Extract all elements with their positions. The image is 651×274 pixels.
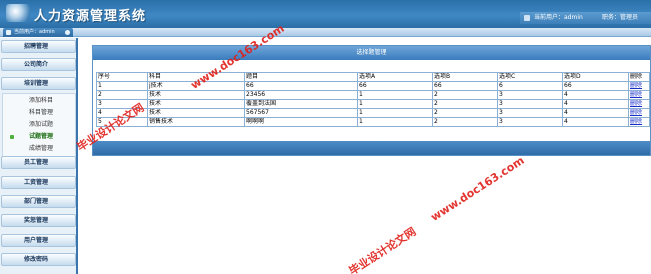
panel-spacer [93, 60, 650, 68]
col-header-option-c: 选项C [497, 72, 563, 82]
cell-option-b: 66 [432, 81, 498, 91]
cell-option-a: 1 [357, 99, 433, 109]
sidebar-item-employee[interactable]: 员工管理 [1, 156, 76, 169]
table-row: 3 技术 覆盖到法国 1 2 3 4 删除 [96, 99, 650, 109]
sidebar-item-department[interactable]: 部门管理 [1, 195, 76, 208]
table-row: 4 技术 567567 1 2 3 4 删除 [96, 108, 650, 118]
col-header-index: 序号 [96, 72, 148, 82]
question-panel: 选择题管理 序号 科目 题目 选项A 选项B 选项C 选项D 删除 1 j技术 … [92, 45, 651, 156]
sidebar-item-user[interactable]: 用户管理 [1, 234, 76, 247]
cell-option-c: 3 [497, 108, 563, 118]
cell-index: 2 [96, 90, 148, 100]
cell-option-c: 6 [497, 81, 563, 91]
cell-delete: 删除 [628, 108, 650, 118]
cell-option-b: 2 [432, 117, 498, 127]
sidebar-item-recruitment[interactable]: 招聘管理 [1, 40, 76, 53]
col-header-question: 题目 [244, 72, 358, 82]
cell-option-a: 1 [357, 90, 433, 100]
cell-question: 覆盖到法国 [244, 99, 358, 109]
submenu-question-manage-label: 试题管理 [29, 133, 54, 140]
user-info-bar: 当前用户：admin 职务：管理员 [520, 12, 651, 24]
cell-option-c: 3 [497, 117, 563, 127]
sidebar-item-training[interactable]: 培训管理 [1, 77, 76, 90]
submenu-question-manage[interactable]: 试题管理 [3, 131, 75, 142]
sub-toolbar: 当前用户：admin [0, 28, 651, 37]
sidebar: 招聘管理 公司简介 培训管理 添加科目 科目管理 添加试题 试题管理 成绩管理 … [0, 38, 78, 274]
role-label: 职务：管理员 [602, 14, 639, 21]
delete-link[interactable]: 删除 [630, 101, 642, 108]
current-user-tab[interactable]: 当前用户：admin [3, 28, 73, 37]
user-icon [524, 15, 530, 21]
current-user-tab-label: 当前用户：admin [14, 29, 55, 35]
col-header-option-b: 选项B [432, 72, 498, 82]
submenu-subject-manage[interactable]: 科目管理 [3, 107, 75, 118]
sidebar-item-reward[interactable]: 奖惩管理 [1, 214, 76, 227]
delete-link[interactable]: 删除 [630, 83, 642, 90]
delete-link[interactable]: 删除 [630, 110, 642, 117]
current-user-label: 当前用户：admin [534, 14, 583, 21]
app-logo-icon [6, 4, 30, 22]
cell-option-d: 4 [562, 99, 629, 109]
col-header-option-a: 选项A [357, 72, 433, 82]
cell-index: 1 [96, 81, 148, 91]
sidebar-item-password[interactable]: 修改密码 [1, 253, 76, 266]
panel-footer [93, 141, 650, 155]
cell-subject: 技术 [147, 99, 245, 109]
question-table: 序号 科目 题目 选项A 选项B 选项C 选项D 删除 1 j技术 66 66 … [96, 72, 650, 127]
delete-link[interactable]: 删除 [630, 92, 642, 99]
cell-option-b: 2 [432, 99, 498, 109]
cell-subject: 技术 [147, 90, 245, 100]
cell-delete: 删除 [628, 81, 650, 91]
table-row: 5 销售技术 啊啊啊 1 2 3 4 删除 [96, 117, 650, 127]
cell-option-c: 3 [497, 99, 563, 109]
cell-option-d: 66 [562, 81, 629, 91]
col-header-delete: 删除 [628, 72, 650, 82]
table-row: 1 j技术 66 66 66 6 66 删除 [96, 81, 650, 91]
cell-option-d: 4 [562, 90, 629, 100]
col-header-option-d: 选项D [562, 72, 629, 82]
submenu-add-question[interactable]: 添加试题 [3, 119, 75, 130]
watermark-cn: 毕业设计论文网 [346, 225, 419, 274]
watermark-url: www.doc163.com [428, 153, 527, 224]
cell-subject: 技术 [147, 108, 245, 118]
sidebar-item-company[interactable]: 公司简介 [1, 58, 76, 71]
table-header-row: 序号 科目 题目 选项A 选项B 选项C 选项D 删除 [96, 72, 650, 82]
cell-question: 23456 [244, 90, 358, 100]
delete-link[interactable]: 删除 [630, 119, 642, 126]
cell-option-d: 4 [562, 108, 629, 118]
cell-question: 567567 [244, 108, 358, 118]
cell-delete: 删除 [628, 90, 650, 100]
submenu-score-manage[interactable]: 成绩管理 [3, 143, 75, 154]
cell-delete: 删除 [628, 99, 650, 109]
cell-option-a: 1 [357, 108, 433, 118]
app-header: 人力资源管理系统 当前用户：admin 职务：管理员 [0, 0, 651, 28]
cell-question: 66 [244, 81, 358, 91]
cell-option-c: 3 [497, 90, 563, 100]
sidebar-item-salary[interactable]: 工资管理 [1, 176, 76, 189]
submenu-add-subject[interactable]: 添加科目 [3, 95, 75, 106]
cell-subject: 销售技术 [147, 117, 245, 127]
refresh-icon[interactable] [65, 30, 70, 35]
active-bullet-icon [10, 135, 14, 139]
cell-option-a: 1 [357, 117, 433, 127]
panel-title: 选择题管理 [93, 46, 650, 60]
cell-delete: 删除 [628, 117, 650, 127]
cell-option-a: 66 [357, 81, 433, 91]
cell-question: 啊啊啊 [244, 117, 358, 127]
cell-option-b: 2 [432, 90, 498, 100]
table-row: 2 技术 23456 1 2 3 4 删除 [96, 90, 650, 100]
home-icon [6, 30, 11, 35]
app-title: 人力资源管理系统 [34, 9, 147, 24]
cell-option-b: 2 [432, 108, 498, 118]
cell-option-d: 4 [562, 117, 629, 127]
